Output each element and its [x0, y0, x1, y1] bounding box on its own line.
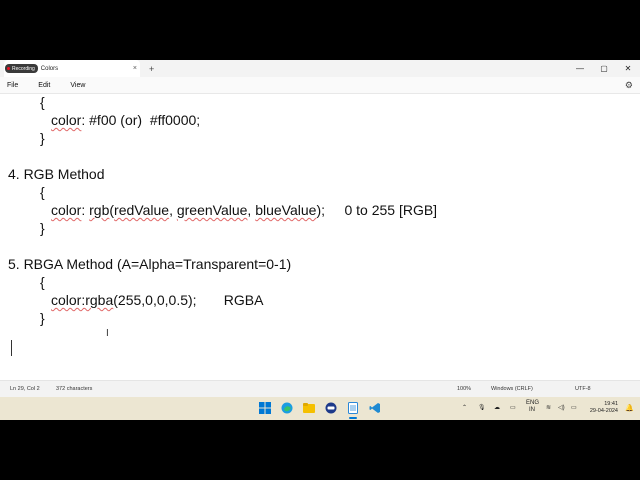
volume-icon[interactable]: ◁): [558, 404, 565, 411]
line-ending[interactable]: Windows (CRLF): [491, 386, 533, 392]
editor-line: color:rgba(255,0,0,0.5); RGBA: [51, 292, 263, 308]
screen: Recording Colors × + — ▢ ✕ File Edit Vie…: [0, 60, 640, 420]
record-dot-icon: [7, 67, 10, 70]
spell-error-word: color:rgba: [51, 292, 114, 308]
spell-error-word: redValue: [114, 202, 170, 218]
windows-start-icon[interactable]: [259, 402, 271, 414]
character-count: 372 characters: [56, 386, 93, 392]
editor-line: color: #f00 (or) #ff0000;: [51, 112, 200, 128]
display-icon[interactable]: ▭: [510, 404, 516, 411]
editor-line: }: [40, 310, 45, 326]
file-explorer-icon[interactable]: [303, 402, 315, 414]
notification-bell-icon[interactable]: 🔔: [625, 404, 634, 412]
title-bar: Recording Colors × + — ▢ ✕: [0, 60, 640, 77]
chevron-up-icon[interactable]: ⌃: [462, 404, 467, 411]
code-text: : #f00 (or) #ff0000;: [81, 112, 201, 128]
tab-title: Colors: [40, 65, 59, 72]
editor-line: 5. RBGA Method (A=Alpha=Transparent=0-1): [8, 256, 292, 272]
menu-view[interactable]: View: [70, 82, 85, 89]
code-text: ,: [169, 202, 177, 218]
minimize-button[interactable]: —: [568, 60, 592, 77]
clock-date: 29-04-2024: [589, 408, 618, 414]
menu-bar: File Edit View ⚙: [0, 77, 640, 94]
editor-line: }: [40, 220, 45, 236]
code-text: ); 0 to 255 [RGB]: [316, 202, 438, 218]
close-button[interactable]: ✕: [616, 60, 640, 77]
editor-line: color: rgb(redValue, greenValue, blueVal…: [51, 202, 437, 218]
editor-line: {: [40, 184, 45, 200]
encoding[interactable]: UTF-8: [575, 386, 591, 392]
settings-gear-icon[interactable]: ⚙: [625, 80, 633, 91]
code-text: :: [81, 202, 90, 218]
recording-label: Recording: [12, 65, 35, 72]
taskbar: ⌃ 🎙 ☁ ▭ ENG IN ≋ ◁) ▭ 19:41 29-04-2024 🔔: [0, 397, 640, 420]
new-tab-button[interactable]: +: [149, 64, 154, 74]
cursor-position: Ln 29, Col 2: [10, 386, 40, 392]
maximize-button[interactable]: ▢: [592, 60, 616, 77]
cloud-icon[interactable]: ☁: [494, 404, 500, 411]
editor-line: 4. RGB Method: [8, 166, 105, 182]
menu-edit[interactable]: Edit: [38, 82, 50, 89]
vscode-icon[interactable]: [369, 402, 381, 414]
spell-error-word: color: [51, 202, 82, 218]
zoom-app-icon[interactable]: [325, 402, 337, 414]
spell-error-word: blueValue: [255, 202, 317, 218]
editor-line: {: [40, 94, 45, 110]
wifi-icon[interactable]: ≋: [546, 404, 551, 411]
active-app-indicator: [349, 417, 357, 419]
recording-badge: Recording: [5, 64, 38, 73]
menu-file[interactable]: File: [7, 82, 18, 89]
text-caret: [11, 340, 12, 356]
clock[interactable]: 19:41 29-04-2024: [590, 401, 618, 415]
microphone-icon[interactable]: 🎙: [478, 404, 486, 411]
edge-browser-icon[interactable]: [281, 402, 293, 414]
editor-line: }: [40, 130, 45, 146]
clock-time: 19:41: [604, 401, 618, 407]
spell-error-word: color: [51, 112, 82, 128]
spell-error-word: rgb: [89, 202, 110, 218]
text-editor[interactable]: { color: #f00 (or) #ff0000; } 4. RGB Met…: [0, 94, 640, 380]
battery-icon[interactable]: ▭: [571, 404, 577, 411]
editor-line: {: [40, 274, 45, 290]
zoom-level[interactable]: 100%: [457, 386, 471, 392]
spell-error-word: greenValue: [176, 202, 248, 218]
language-indicator[interactable]: ENG IN: [526, 400, 539, 414]
tab-close-icon[interactable]: ×: [133, 65, 137, 72]
status-bar: Ln 29, Col 2 372 characters 100% Windows…: [0, 380, 640, 397]
language-code: ENG: [526, 400, 540, 406]
language-region: IN: [529, 407, 535, 413]
window-controls: — ▢ ✕: [568, 60, 640, 77]
ibeam-cursor-icon: I: [106, 328, 109, 339]
code-text: (255,0,0,0.5); RGBA: [113, 292, 264, 308]
notepad-icon[interactable]: [347, 402, 359, 414]
tab-colors[interactable]: Recording Colors ×: [4, 60, 140, 77]
